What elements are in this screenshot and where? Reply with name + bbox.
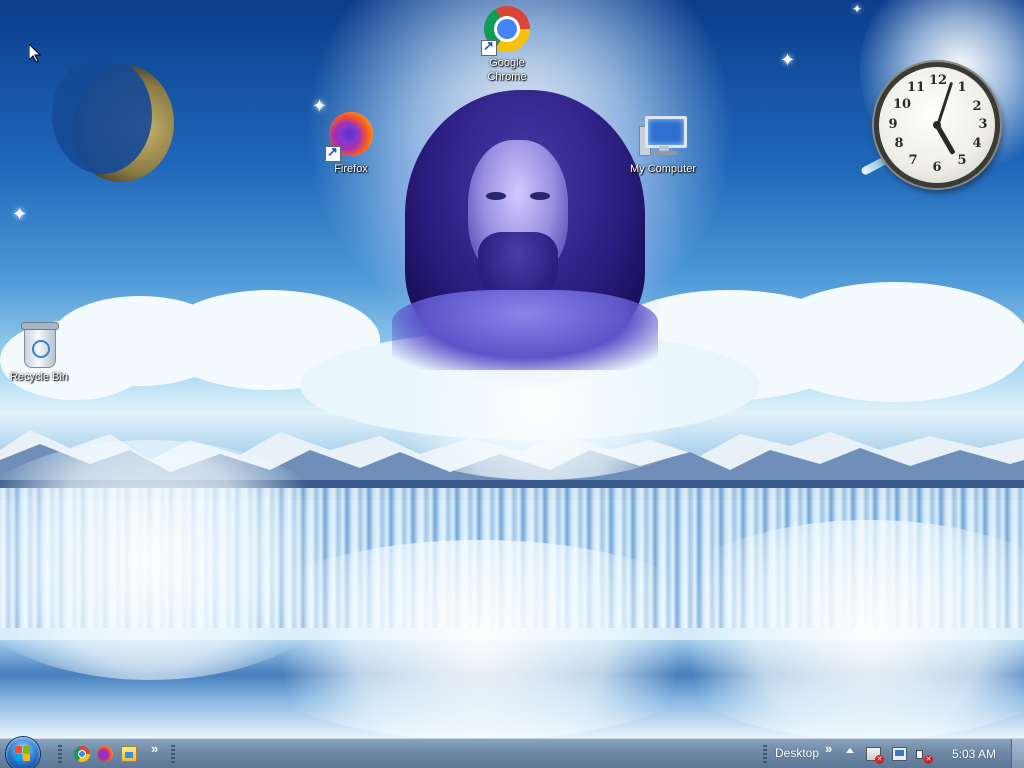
- clock-numeral: 12: [929, 73, 948, 88]
- clock-minute-hand: [936, 81, 954, 127]
- clock-gadget[interactable]: 12 1 2 3 4 5 6 7 8 9 10 11: [874, 62, 1000, 188]
- desktop-icon-label: Google Chrome: [487, 57, 527, 83]
- clock-numeral: 6: [932, 160, 942, 175]
- desktop-icon-firefox[interactable]: Firefox: [311, 112, 391, 176]
- network-icon[interactable]: [892, 747, 907, 761]
- star: ✦: [852, 2, 863, 16]
- cloud: [760, 282, 1024, 402]
- portrait-eye: [530, 192, 550, 200]
- clock-center-pin: [933, 121, 941, 129]
- clock-numeral: 5: [957, 153, 967, 168]
- quicklaunch-overflow-chevron[interactable]: »: [151, 741, 158, 756]
- start-button[interactable]: [6, 737, 40, 768]
- recycle-bin-icon: [15, 320, 63, 368]
- toolbar-grip[interactable]: [58, 745, 62, 763]
- quicklaunch-folder-icon[interactable]: [121, 746, 137, 762]
- clock-numeral: 1: [957, 80, 967, 95]
- moon-shadow: [52, 56, 152, 174]
- desktop-icon-label: Firefox: [334, 163, 368, 175]
- shortcut-arrow-icon: [325, 144, 341, 162]
- action-center-flag-icon[interactable]: [866, 747, 884, 764]
- taskbar-clock[interactable]: 5:03 AM: [952, 747, 996, 761]
- shortcut-arrow-icon: [481, 38, 497, 56]
- star: ✦: [780, 50, 796, 70]
- clock-numeral: 11: [907, 80, 926, 95]
- clock-numeral: 7: [908, 153, 918, 168]
- portrait-eye: [486, 192, 506, 200]
- show-hidden-icons-button[interactable]: [846, 748, 854, 753]
- quicklaunch-firefox-icon[interactable]: [97, 746, 113, 762]
- clock-numeral: 8: [894, 136, 904, 151]
- toolbar-grip[interactable]: [763, 745, 767, 763]
- desktop-wallpaper: ✦ ✦ ✦ ✦: [0, 0, 1024, 738]
- clock-hour-hand: [935, 124, 956, 155]
- portrait-robe: [392, 290, 658, 370]
- clock-numeral: 2: [972, 99, 982, 114]
- show-desktop-button[interactable]: [1011, 739, 1024, 768]
- firefox-icon: [325, 112, 375, 162]
- desktop-icon-recycle-bin[interactable]: Recycle Bin: [0, 320, 79, 384]
- clock-numeral: 3: [978, 117, 988, 132]
- desktop-icon-label: Recycle Bin: [9, 371, 69, 383]
- volume-muted-icon[interactable]: [915, 747, 933, 764]
- chrome-icon: [481, 6, 531, 56]
- clock-numeral: 9: [888, 117, 898, 132]
- clock-numeral: 10: [893, 97, 912, 112]
- taskbar: » Desktop » 5:03 AM: [0, 737, 1024, 768]
- star: ✦: [12, 204, 28, 224]
- desktop-toolbar-label[interactable]: Desktop: [775, 746, 819, 760]
- desktop-icon-google-chrome[interactable]: Google Chrome: [467, 6, 547, 84]
- desktop-icon-label: My Computer: [629, 163, 697, 175]
- desktop-icon-my-computer[interactable]: My Computer: [623, 112, 703, 176]
- desktop-toolbar-chevron[interactable]: »: [825, 741, 832, 756]
- windows-logo-icon: [15, 746, 31, 762]
- quicklaunch-chrome-icon[interactable]: [74, 746, 90, 762]
- toolbar-grip[interactable]: [171, 745, 175, 763]
- computer-icon: [639, 112, 687, 160]
- clock-numeral: 4: [972, 136, 982, 151]
